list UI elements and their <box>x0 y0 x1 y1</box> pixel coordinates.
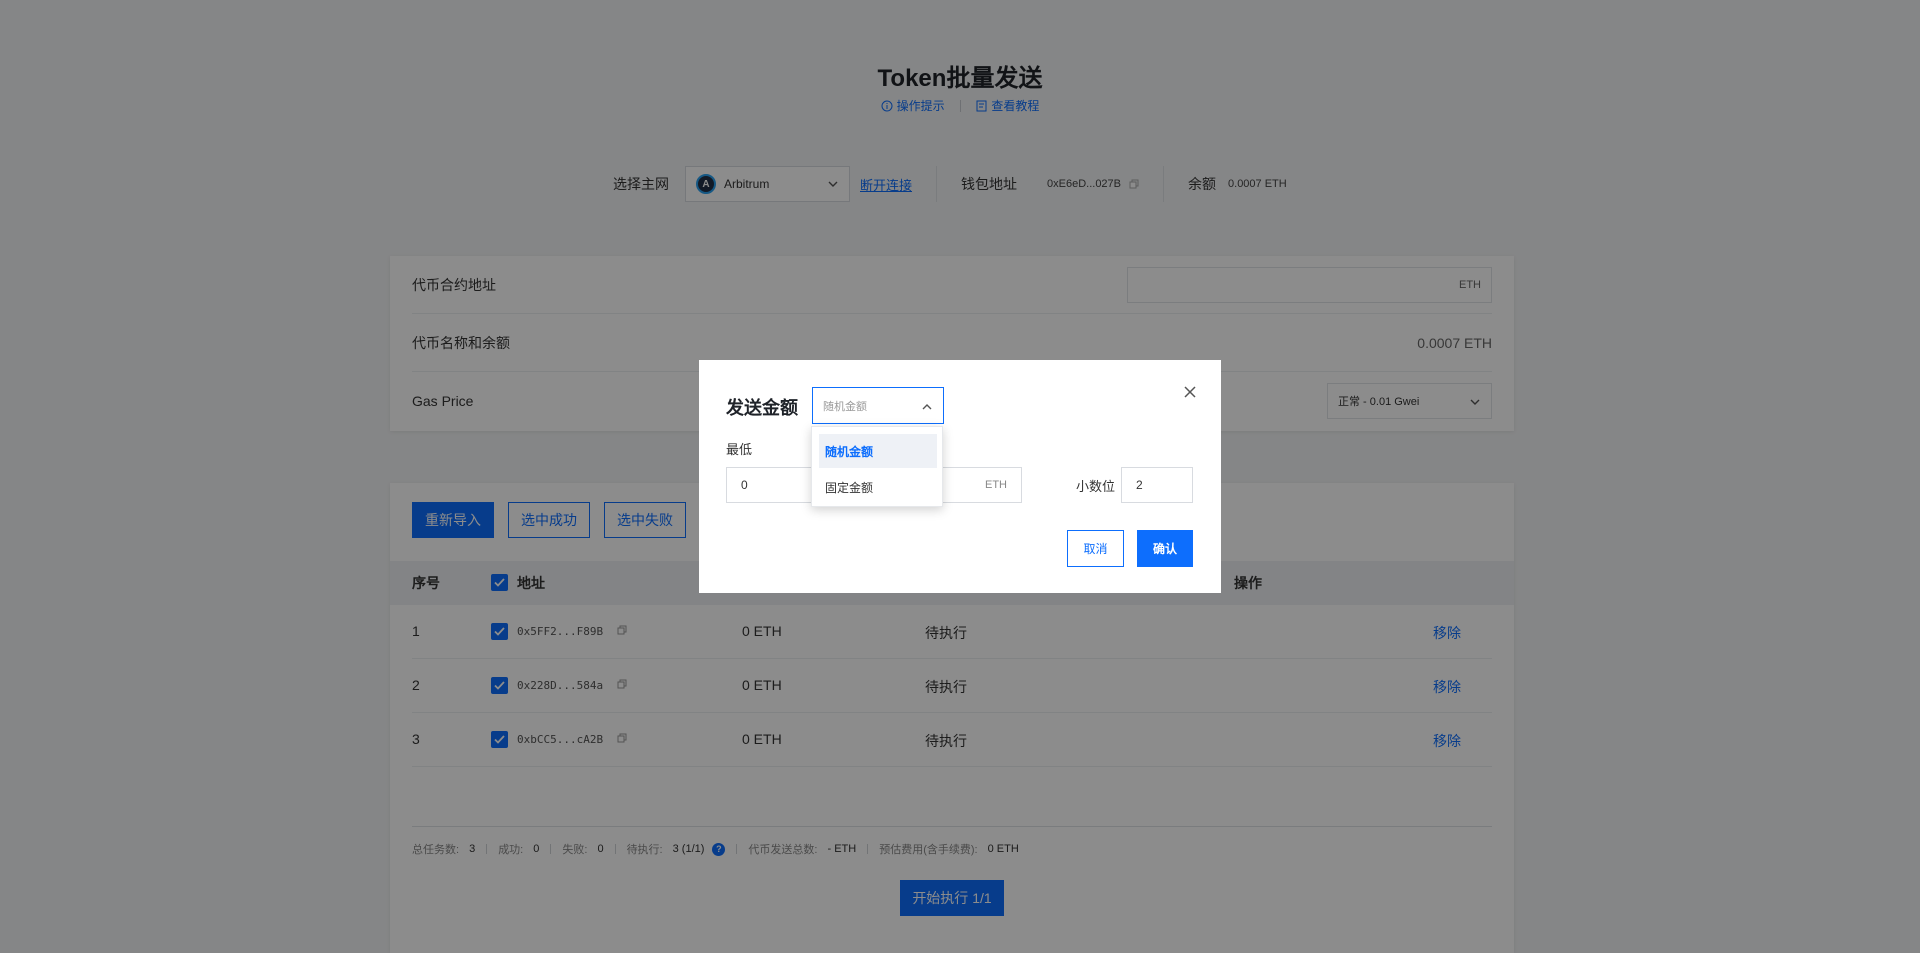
max-input[interactable]: ETH <box>939 467 1022 503</box>
decimals-label: 小数位 <box>1076 479 1116 494</box>
amount-type-dropdown: 随机金额 固定金额 <box>811 426 943 507</box>
send-amount-modal: 发送金额 随机金额 最低 0 ETH 小数位 2 取消 确认 随机金额 固定金额 <box>699 360 1221 593</box>
page: Token批量发送 操作提示 查看教程 选择主网 A Arbitrum 断开连接… <box>0 0 1920 953</box>
close-icon[interactable] <box>1183 385 1197 399</box>
decimals-input[interactable]: 2 <box>1121 467 1193 503</box>
option-fixed-amount[interactable]: 固定金额 <box>819 470 937 504</box>
max-input-suffix: ETH <box>985 479 1007 491</box>
option-random-amount[interactable]: 随机金额 <box>819 434 937 468</box>
cancel-button[interactable]: 取消 <box>1067 530 1124 567</box>
modal-title: 发送金额 <box>726 398 798 418</box>
amount-type-select[interactable]: 随机金额 <box>812 387 944 424</box>
amount-type-placeholder: 随机金额 <box>823 400 867 413</box>
decimals-input-value: 2 <box>1136 478 1143 492</box>
min-input[interactable]: 0 <box>726 467 816 503</box>
min-label: 最低 <box>726 442 753 457</box>
chevron-up-icon <box>922 404 932 410</box>
confirm-button[interactable]: 确认 <box>1137 530 1193 567</box>
min-input-value: 0 <box>741 478 748 492</box>
